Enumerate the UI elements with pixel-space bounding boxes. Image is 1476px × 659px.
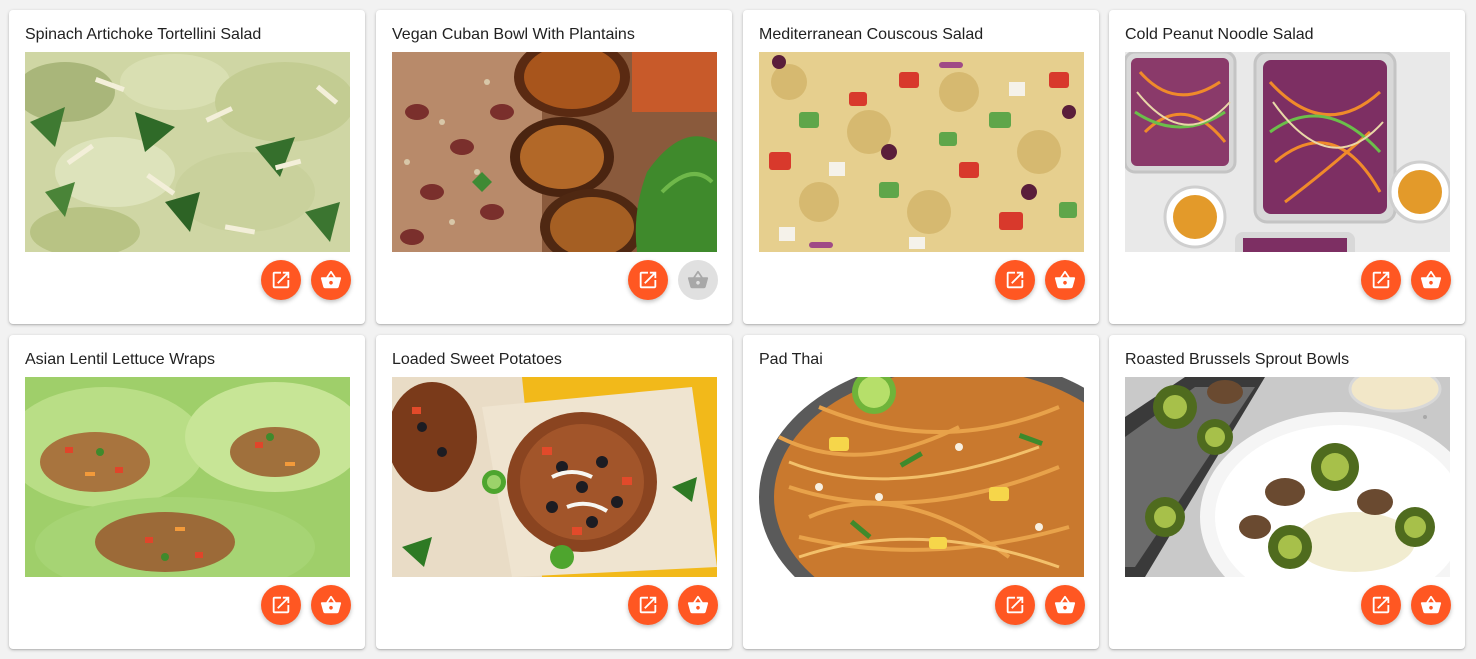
recipe-title: Vegan Cuban Bowl With Plantains	[392, 26, 635, 43]
recipe-card: Mediterranean Couscous Salad	[743, 10, 1099, 324]
add-to-basket-button[interactable]	[1411, 260, 1451, 300]
shopping-basket-icon	[1420, 595, 1442, 614]
open-recipe-button[interactable]	[628, 585, 668, 625]
recipe-card: Spinach Artichoke Tortellini Salad	[9, 10, 365, 324]
recipe-card: Asian Lentil Lettuce Wraps	[9, 335, 365, 649]
open-recipe-button[interactable]	[1361, 585, 1401, 625]
recipe-card: Cold Peanut Noodle Salad	[1109, 10, 1465, 324]
recipe-image[interactable]	[25, 377, 350, 577]
shopping-basket-icon	[1420, 270, 1442, 289]
recipe-title: Roasted Brussels Sprout Bowls	[1125, 351, 1350, 368]
add-to-basket-button[interactable]	[1411, 585, 1451, 625]
recipe-title: Spinach Artichoke Tortellini Salad	[25, 26, 262, 43]
open-recipe-button[interactable]	[261, 260, 301, 300]
recipe-title: Cold Peanut Noodle Salad	[1125, 26, 1314, 43]
recipe-image[interactable]	[392, 52, 717, 252]
shopping-basket-icon	[1054, 595, 1076, 614]
add-to-basket-button[interactable]	[311, 260, 351, 300]
open-in-new-icon	[1372, 271, 1390, 289]
open-in-new-icon	[639, 596, 657, 614]
open-recipe-button[interactable]	[628, 260, 668, 300]
shopping-basket-icon	[687, 270, 709, 289]
recipe-title: Pad Thai	[759, 351, 823, 368]
recipe-title: Loaded Sweet Potatoes	[392, 351, 562, 368]
recipe-card: Loaded Sweet Potatoes	[376, 335, 732, 649]
cuban-bowl-photo	[392, 52, 717, 252]
open-in-new-icon	[272, 271, 290, 289]
shopping-basket-icon	[687, 595, 709, 614]
recipe-image[interactable]	[759, 377, 1084, 577]
shopping-basket-icon	[320, 270, 342, 289]
open-in-new-icon	[1006, 271, 1024, 289]
open-recipe-button[interactable]	[1361, 260, 1401, 300]
recipe-card: Roasted Brussels Sprout Bowls	[1109, 335, 1465, 649]
add-to-basket-button[interactable]	[1045, 260, 1085, 300]
open-in-new-icon	[272, 596, 290, 614]
recipe-title: Asian Lentil Lettuce Wraps	[25, 351, 216, 368]
add-to-basket-button[interactable]	[311, 585, 351, 625]
recipe-image[interactable]	[1125, 377, 1450, 577]
recipe-grid: Spinach Artichoke Tortellini Salad Vegan…	[0, 0, 1476, 659]
shopping-basket-icon	[320, 595, 342, 614]
open-recipe-button[interactable]	[261, 585, 301, 625]
lettuce-wraps-photo	[25, 377, 350, 577]
add-to-basket-button[interactable]	[1045, 585, 1085, 625]
open-recipe-button[interactable]	[995, 585, 1035, 625]
recipe-title: Mediterranean Couscous Salad	[759, 26, 984, 43]
open-recipe-button[interactable]	[995, 260, 1035, 300]
recipe-image[interactable]	[25, 52, 350, 252]
recipe-card: Vegan Cuban Bowl With Plantains	[376, 10, 732, 324]
add-to-basket-button[interactable]	[678, 260, 718, 300]
recipe-image[interactable]	[1125, 52, 1450, 252]
open-in-new-icon	[1006, 596, 1024, 614]
couscous-salad-photo	[759, 52, 1084, 252]
tortellini-salad-photo	[25, 52, 350, 252]
recipe-card: Pad Thai	[743, 335, 1099, 649]
pad-thai-photo	[759, 377, 1084, 577]
brussels-sprout-photo	[1125, 377, 1450, 577]
open-in-new-icon	[1372, 596, 1390, 614]
peanut-noodle-photo	[1125, 52, 1450, 252]
recipe-image[interactable]	[759, 52, 1084, 252]
add-to-basket-button[interactable]	[678, 585, 718, 625]
recipe-image[interactable]	[392, 377, 717, 577]
shopping-basket-icon	[1054, 270, 1076, 289]
sweet-potatoes-photo	[392, 377, 717, 577]
open-in-new-icon	[639, 271, 657, 289]
